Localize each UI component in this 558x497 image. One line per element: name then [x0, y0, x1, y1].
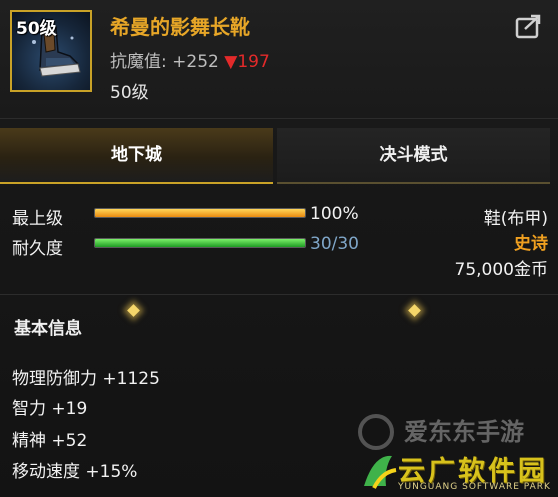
watermark-aidongdong: 爱东东手游: [404, 418, 524, 446]
item-price: 75,000金币: [454, 260, 548, 280]
attr-intelligence: 智力 +19: [12, 399, 88, 419]
tab-pvp-indicator-icon: [408, 304, 421, 317]
resist-value: +252: [172, 52, 219, 72]
resist-down-arrow-icon: ▼: [224, 52, 238, 72]
item-header: 50级 希曼的影舞长靴 抗魔值: +252 ▼197 50级: [0, 0, 558, 119]
top-level-bar: [94, 208, 306, 218]
durability-bar-fill: [95, 239, 305, 247]
resist-row: 抗魔值: +252 ▼197: [110, 47, 270, 72]
item-name: 希曼的影舞长靴: [110, 15, 250, 39]
tab-dungeon[interactable]: 地下城: [0, 128, 273, 184]
section-divider: [0, 294, 558, 295]
share-icon[interactable]: [514, 12, 544, 40]
attr-move-speed: 移动速度 +15%: [12, 462, 138, 482]
resist-label: 抗魔值:: [110, 52, 167, 72]
watermark-yunguang-sub: YUNGUANG SOFTWARE PARK: [398, 482, 551, 492]
attr-physical-defense: 物理防御力 +1125: [12, 369, 160, 389]
durability-label: 耐久度: [12, 239, 63, 259]
top-level-label: 最上级: [12, 209, 63, 229]
basic-info-title: 基本信息: [14, 319, 82, 339]
tab-pvp[interactable]: 决斗模式: [277, 128, 550, 184]
durability-bar: [94, 238, 306, 248]
item-tooltip-panel: 50级 希曼的影舞长靴 抗魔值: +252 ▼197 50级 地下城 决斗模式 …: [0, 0, 558, 497]
item-level-badge: 50级: [16, 19, 57, 39]
mode-tabs: 地下城 决斗模式: [0, 128, 558, 317]
tab-dungeon-indicator-icon: [127, 304, 140, 317]
resist-down-value: 197: [237, 52, 270, 72]
top-level-bar-fill: [95, 209, 305, 217]
watermark-aidongdong-logo-icon: [358, 414, 394, 450]
top-level-value: 100%: [310, 204, 359, 224]
durability-value: 30/30: [310, 234, 359, 254]
item-level-text: 50级: [110, 83, 149, 103]
item-icon-frame: 50级: [10, 10, 92, 92]
item-type: 鞋(布甲): [483, 209, 548, 229]
attr-spirit: 精神 +52: [12, 431, 88, 451]
item-rarity: 史诗: [514, 234, 548, 254]
